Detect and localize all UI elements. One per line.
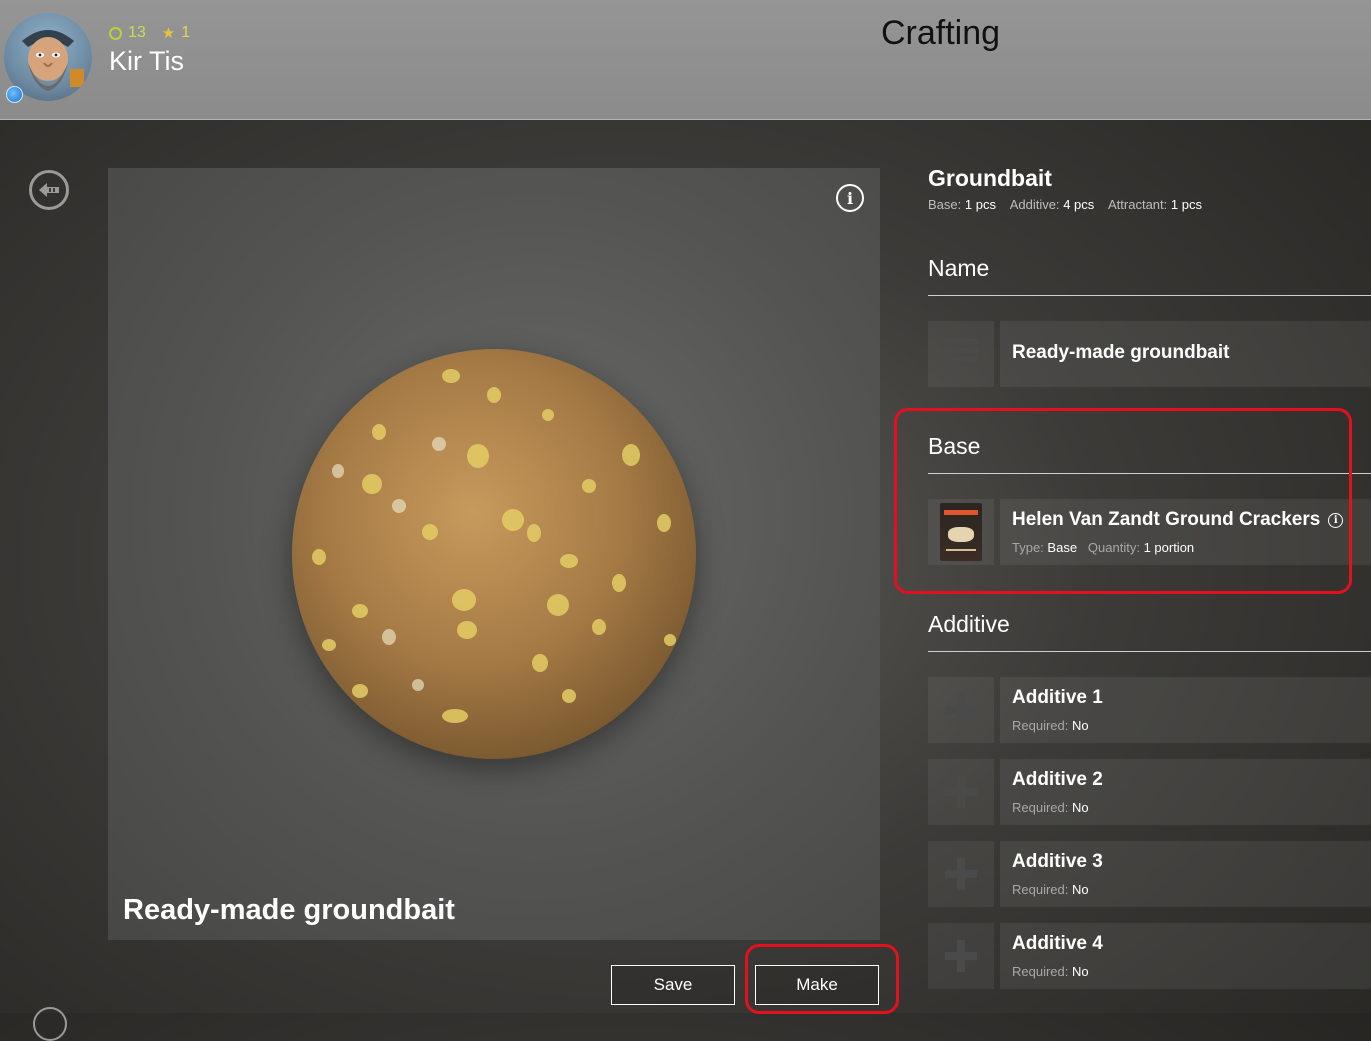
player-name: Kir Tis — [109, 46, 185, 76]
base-item-title: Helen Van Zandt Ground Crackers i — [1012, 509, 1344, 531]
make-button[interactable]: Make — [755, 965, 879, 1005]
additive-required: Required: No — [1012, 800, 1089, 815]
level-ring-icon — [109, 26, 122, 40]
player-stars: 1 — [181, 24, 191, 41]
additive-title: Additive 2 — [1012, 769, 1103, 790]
name-section-heading: Name — [928, 255, 990, 281]
additive-slot-3[interactable]: Additive 3 Required: No — [1000, 841, 1371, 907]
page-title: Crafting — [881, 14, 1001, 52]
plus-icon[interactable] — [928, 759, 994, 825]
name-divider — [928, 295, 1371, 296]
corner-circle-icon — [33, 1007, 67, 1041]
additive-slot-4[interactable]: Additive 4 Required: No — [1000, 923, 1371, 989]
info-icon[interactable]: i — [1328, 513, 1344, 528]
base-item-details: Type: Base Quantity: 1 portion — [1012, 540, 1195, 555]
additive-required: Required: No — [1012, 718, 1089, 733]
additive-required: Required: No — [1012, 964, 1089, 979]
name-field[interactable]: Ready-made groundbait — [1000, 321, 1371, 387]
additive-required: Required: No — [1012, 882, 1089, 897]
player-level: 13 — [128, 24, 146, 41]
plus-icon[interactable] — [928, 923, 994, 989]
base-item-slot[interactable]: Helen Van Zandt Ground Crackers i Type: B… — [1000, 499, 1371, 565]
name-value: Ready-made groundbait — [1012, 342, 1230, 363]
cracker-pack-icon — [940, 503, 982, 561]
save-button[interactable]: Save — [611, 965, 735, 1005]
plus-icon[interactable] — [928, 841, 994, 907]
additive-slot-1[interactable]: Additive 1 Required: No — [1000, 677, 1371, 743]
base-divider — [928, 473, 1371, 474]
back-button[interactable] — [29, 170, 69, 210]
additive-title: Additive 3 — [1012, 851, 1103, 872]
plus-icon[interactable] — [928, 677, 994, 743]
preview-caption: Ready-made groundbait — [123, 894, 455, 926]
additive-slot-2[interactable]: Additive 2 Required: No — [1000, 759, 1371, 825]
additive-divider — [928, 651, 1371, 652]
additive-title: Additive 4 — [1012, 933, 1103, 954]
base-section-heading: Base — [928, 433, 981, 459]
menu-lines-icon[interactable] — [928, 321, 994, 387]
info-icon[interactable]: i — [836, 184, 864, 212]
base-item-thumbnail[interactable] — [928, 499, 994, 565]
recipe-summary: Base: 1 pcs Additive: 4 pcs Attractant: … — [928, 197, 1202, 212]
recipe-title: Groundbait — [928, 165, 1052, 191]
additive-section-heading: Additive — [928, 611, 1010, 637]
additive-title: Additive 1 — [1012, 687, 1103, 708]
groundbait-ball-image — [292, 349, 696, 759]
back-arrow-icon — [39, 183, 59, 197]
star-icon: ★ — [161, 25, 176, 42]
top-bar: 13 ★ 1 Kir Tis Crafting — [0, 0, 1371, 120]
player-stats: 13 ★ 1 — [109, 24, 190, 42]
globe-icon — [6, 86, 23, 103]
